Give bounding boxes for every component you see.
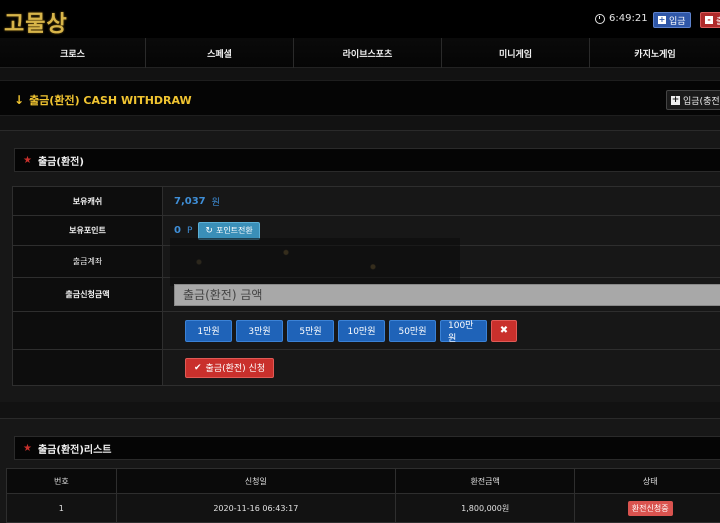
col-no: 번호 [7,469,117,493]
withdraw-button[interactable]: - 출 [700,12,720,28]
clock: 6:49:21 [595,13,648,24]
deposit-icon: + [658,15,666,24]
col-status: 상태 [642,476,658,486]
amount-button-50k[interactable]: 5만원 [287,319,334,342]
deposit-button[interactable]: + 입금 [653,12,691,28]
points-value: 0 [174,225,181,236]
amount-input-wrap [174,278,720,311]
amount-buttons-label [12,312,163,349]
site-logo[interactable]: 고물상 [4,6,68,38]
col-date: 신청일 [117,469,396,493]
row-amount: 1,800,000원 [396,494,576,522]
nav-item-minigame[interactable]: 미니게임 [442,38,590,68]
row-no: 1 [7,494,117,522]
amount-button-30k[interactable]: 3만원 [236,319,283,342]
plus-icon: + [671,94,680,105]
convert-points-label: 포인트전환 [215,226,253,235]
trash-icon: ✖ [499,325,509,336]
nav-item-special[interactable]: 스페셜 [146,38,294,68]
status-badge: 환전신청중 [627,500,673,516]
withdraw-icon: - [705,16,713,24]
row-status-wrap: 환전신청중 [575,494,720,522]
apply-row: ✔ 출금(환전) 신청 [12,350,720,386]
apply-wrap: ✔ 출금(환전) 신청 [185,350,275,385]
clear-amount-button[interactable]: ✖ [491,319,517,342]
balance-value-wrap: 7,037 원 [174,187,220,215]
points-label: 보유포인트 [12,216,163,245]
withdraw-button-label: 출 [716,14,720,27]
withdraw-form-header: ★ 출금(환전) [14,148,720,172]
star-icon: ★ [23,442,32,454]
apply-row-label [12,350,163,385]
nav-item-live-sports[interactable]: 라이브스포츠 [294,38,442,68]
amount-buttons-wrap: 1만원 3만원 5만원 10만원 50만원 100만원 ✖ [185,312,517,349]
convert-points-button[interactable]: ↻ 포인트전환 [198,221,260,240]
balance-label: 보유캐쉬 [12,187,163,215]
withdraw-form-title: 출금(환전) [37,156,84,168]
nav-item-casino[interactable]: 카지노게임 [590,38,720,68]
amount-input[interactable] [174,283,720,306]
amount-button-1m[interactable]: 100만원 [440,319,487,344]
clock-icon [595,13,605,24]
balance-unit: 원 [211,197,220,208]
arrow-down-icon: ↓ [14,93,25,107]
list-header-row: 번호 신청일 환전금액 상태 [6,468,720,494]
star-icon: ★ [23,154,32,166]
deposit-charge-label: 입금(충전 [683,96,720,107]
withdraw-list-title: 출금(환전)리스트 [37,444,112,456]
amount-buttons-row: 1만원 3만원 5만원 10만원 50만원 100만원 ✖ [12,312,720,350]
apply-withdraw-button[interactable]: ✔ 출금(환전) 신청 [185,357,275,378]
points-unit: P [186,225,193,236]
deposit-charge-button[interactable]: + 입금(충전 [666,90,720,110]
balance-row: 보유캐쉬 7,037 원 [12,186,720,216]
table-row: 1 2020-11-16 06:43:17 1,800,000원 환전신청중 [6,494,720,523]
deposit-button-label: 입금 [669,16,686,27]
amount-button-500k[interactable]: 50만원 [389,319,436,342]
nav-item-cross[interactable]: 크로스 [0,38,146,68]
page-title: ↓ 출금(환전) CASH WITHDRAW [14,92,192,108]
amount-button-100k[interactable]: 10만원 [338,319,385,342]
row-date: 2020-11-16 06:43:17 [117,494,396,522]
page-title-bar: ↓ 출금(환전) CASH WITHDRAW [0,80,720,116]
top-header: 고물상 6:49:21 + 입금 - 출 [0,0,720,38]
clock-time: 6:49:21 [609,13,648,24]
account-label: 출금계좌 [12,246,163,277]
amount-button-10k[interactable]: 1만원 [185,319,232,342]
amount-row: 출금신청금액 [12,278,720,312]
page-title-text: 출금(환전) CASH WITHDRAW [29,94,192,107]
main-nav: 크로스 스페셜 라이브스포츠 미니게임 카지노게임 [0,38,720,68]
refresh-icon: ↻ [205,225,213,236]
apply-withdraw-label: 출금(환전) 신청 [205,364,266,374]
withdraw-list-header: ★ 출금(환전)리스트 [14,436,720,460]
check-icon: ✔ [194,362,202,373]
col-amount: 환전금액 [396,469,576,493]
balance-value: 7,037 [174,195,206,207]
amount-label: 출금신청금액 [12,278,163,311]
